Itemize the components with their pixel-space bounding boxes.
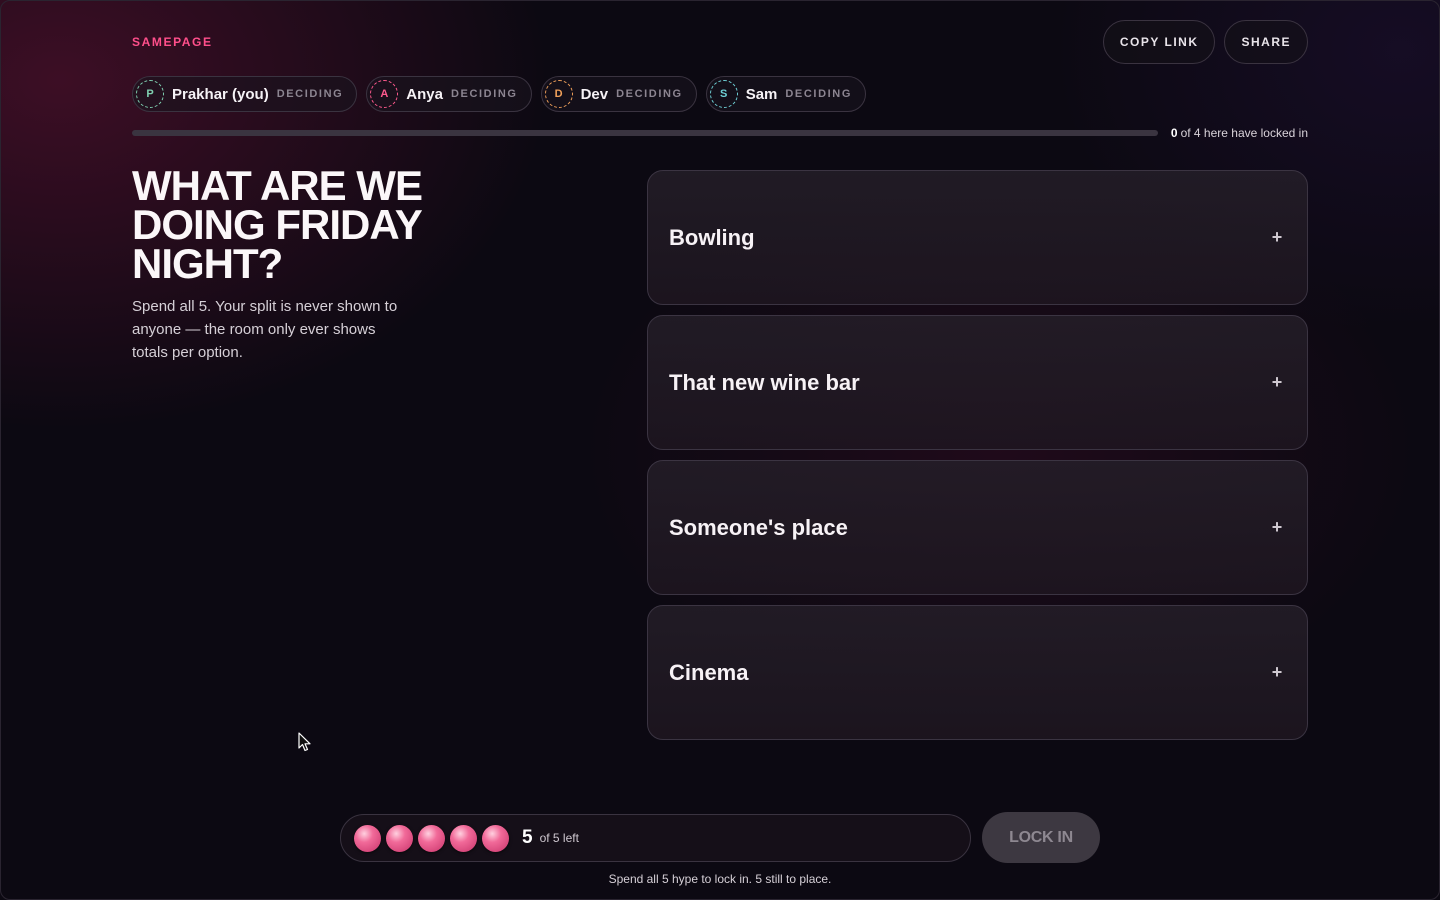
participant-status: DECIDING bbox=[785, 88, 852, 100]
participant-chip-prakhar: P Prakhar (you) DECIDING bbox=[132, 76, 358, 112]
hype-tray: 5 of 5 left bbox=[340, 814, 971, 862]
option-card-wine-bar[interactable]: That new wine bar + bbox=[647, 315, 1308, 450]
participant-name: Anya bbox=[406, 85, 443, 103]
option-label: That new wine bar bbox=[669, 369, 860, 395]
participant-list: P Prakhar (you) DECIDING A Anya DECIDING… bbox=[132, 76, 866, 112]
page-title: WHAT ARE WE DOING FRIDAY NIGHT? bbox=[132, 162, 423, 287]
participant-name: Sam bbox=[745, 85, 778, 103]
participant-status: DECIDING bbox=[616, 88, 683, 100]
plus-icon[interactable]: + bbox=[1267, 372, 1287, 393]
brand-logo[interactable]: SAMEPAGE bbox=[132, 35, 213, 49]
avatar: D bbox=[544, 80, 573, 108]
header-actions: COPY LINK SHARE bbox=[1102, 20, 1308, 64]
participant-chip-anya: A Anya DECIDING bbox=[366, 76, 532, 112]
avatar: S bbox=[709, 80, 738, 108]
option-card-cinema[interactable]: Cinema + bbox=[647, 605, 1308, 740]
lock-progress-label: 0 of 4 here have locked in bbox=[1171, 126, 1308, 140]
hype-token[interactable] bbox=[482, 824, 509, 852]
plus-icon[interactable]: + bbox=[1267, 227, 1287, 248]
plus-icon[interactable]: + bbox=[1267, 662, 1287, 683]
hype-token[interactable] bbox=[450, 824, 477, 852]
hype-token[interactable] bbox=[418, 824, 445, 852]
option-label: Someone's place bbox=[669, 514, 848, 540]
hype-remaining-count: 5 bbox=[522, 827, 533, 848]
instructions-text: Spend all 5. Your split is never shown t… bbox=[132, 298, 398, 361]
participant-status: DECIDING bbox=[276, 88, 344, 100]
hype-remaining-text: of 5 left bbox=[539, 831, 579, 845]
locked-count: 0 bbox=[1170, 126, 1178, 140]
hype-token-list bbox=[354, 824, 509, 852]
option-list: Bowling + That new wine bar + Someone's … bbox=[647, 170, 1308, 740]
option-card-someones-place[interactable]: Someone's place + bbox=[647, 460, 1308, 595]
lock-hint-text: Spend all 5 hype to lock in. 5 still to … bbox=[608, 872, 832, 886]
option-label: Cinema bbox=[669, 659, 749, 685]
mouse-cursor-icon bbox=[298, 732, 311, 752]
lock-progress-bar bbox=[132, 130, 1158, 136]
hype-token[interactable] bbox=[386, 824, 413, 852]
avatar: A bbox=[370, 80, 399, 108]
locked-count-text: of 4 here have locked in bbox=[1180, 126, 1308, 140]
participant-status: DECIDING bbox=[450, 88, 518, 100]
copy-link-button[interactable]: COPY LINK bbox=[1102, 20, 1216, 64]
option-card-bowling[interactable]: Bowling + bbox=[647, 170, 1308, 305]
participant-name: Dev bbox=[580, 85, 609, 103]
option-label: Bowling bbox=[669, 224, 755, 250]
lock-in-button[interactable]: LOCK IN bbox=[982, 812, 1100, 863]
plus-icon[interactable]: + bbox=[1267, 517, 1287, 538]
avatar: P bbox=[136, 80, 164, 108]
hype-token[interactable] bbox=[354, 824, 381, 852]
participant-chip-dev: D Dev DECIDING bbox=[540, 76, 697, 112]
participant-chip-sam: S Sam DECIDING bbox=[705, 76, 866, 112]
share-button[interactable]: SHARE bbox=[1224, 20, 1308, 64]
participant-name: Prakhar (you) bbox=[172, 85, 269, 103]
